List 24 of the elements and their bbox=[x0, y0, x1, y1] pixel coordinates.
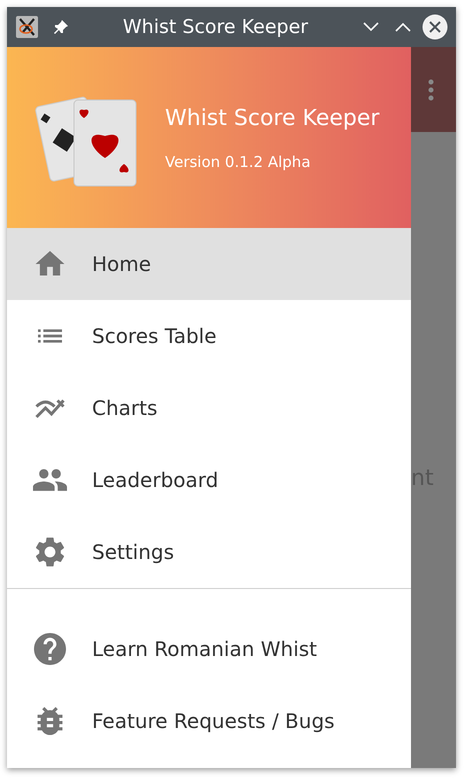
home-icon bbox=[34, 251, 64, 277]
bug-icon bbox=[36, 707, 62, 735]
more-icon[interactable] bbox=[428, 78, 434, 100]
close-icon[interactable] bbox=[422, 14, 448, 40]
item-label: Leaderboard bbox=[92, 467, 218, 494]
item-label: Feature Requests / Bugs bbox=[92, 708, 335, 735]
window-title: Whist Score Keeper bbox=[122, 14, 310, 40]
item-label: Charts bbox=[92, 395, 158, 422]
minimize-icon[interactable] bbox=[362, 21, 380, 33]
drawer-item[interactable]: Home bbox=[7, 228, 411, 300]
pin-icon[interactable] bbox=[53, 19, 69, 35]
drawer-title: Whist Score Keeper bbox=[165, 104, 380, 133]
item-label: Home bbox=[92, 251, 152, 278]
app-logo-icon[interactable] bbox=[15, 15, 39, 39]
version-label: Version 0.1.2 Alpha bbox=[165, 152, 312, 173]
item-label: Settings bbox=[92, 539, 174, 566]
chart-icon bbox=[34, 397, 64, 419]
maximize-icon[interactable] bbox=[394, 21, 412, 33]
help-icon bbox=[34, 633, 66, 665]
people-icon bbox=[32, 469, 66, 491]
list-icon bbox=[36, 328, 64, 344]
settings-icon bbox=[34, 537, 64, 567]
item-label: Scores Table bbox=[92, 323, 217, 350]
item-label: Learn Romanian Whist bbox=[92, 636, 318, 663]
